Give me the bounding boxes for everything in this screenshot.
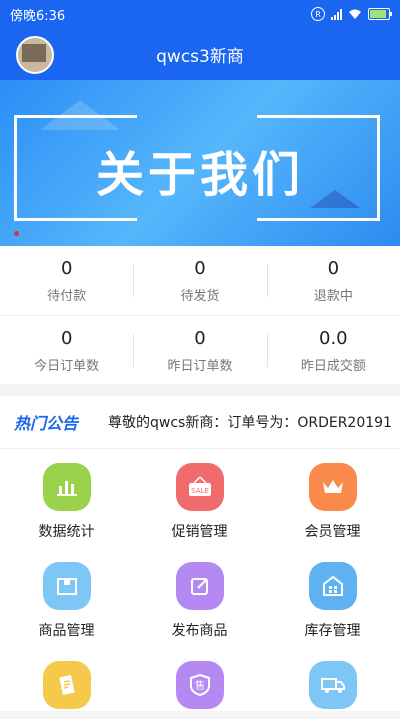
avatar[interactable] xyxy=(16,36,54,74)
stat-label: 待付款 xyxy=(47,288,87,304)
menu-data-statistics[interactable]: 数据统计 xyxy=(0,463,133,541)
stat-value: 0 xyxy=(194,327,206,349)
signal-icon xyxy=(331,8,342,20)
stat-yesterday-orders[interactable]: 0 昨日订单数 xyxy=(133,316,266,385)
app-header: qwcs3新商 xyxy=(0,28,400,80)
menu-sales[interactable]: 售 xyxy=(133,661,266,719)
battery-icon xyxy=(368,8,392,20)
menu-label: 数据统计 xyxy=(38,524,95,540)
top-bar: 傍晚6:36 R qwcs3新商 xyxy=(0,0,400,80)
edit-icon xyxy=(175,562,224,610)
function-grid: 数据统计 SALE 促销管理 会员管理 商品管理 发布商品 库存管理 售 xyxy=(0,449,400,711)
menu-product-management[interactable]: 商品管理 xyxy=(0,562,133,640)
product-box-icon xyxy=(42,562,91,610)
svg-text:SALE: SALE xyxy=(191,487,209,495)
warehouse-icon xyxy=(308,562,357,610)
about-us-banner[interactable]: 关于我们 xyxy=(0,80,400,246)
shop-tag-icon: 售 xyxy=(175,661,224,709)
menu-promotion[interactable]: SALE 促销管理 xyxy=(133,463,266,541)
crown-icon xyxy=(308,463,357,511)
menu-inventory[interactable]: 库存管理 xyxy=(266,562,399,640)
truck-icon xyxy=(308,661,357,709)
menu-publish-product[interactable]: 发布商品 xyxy=(133,562,266,640)
menu-label: 会员管理 xyxy=(304,524,361,540)
stat-value: 0 xyxy=(60,257,73,279)
bar-chart-icon xyxy=(42,463,91,511)
status-time: 傍晚6:36 xyxy=(10,8,66,24)
wifi-icon xyxy=(349,9,361,19)
stat-yesterday-revenue[interactable]: 0.0 昨日成交额 xyxy=(266,316,400,385)
stat-value: 0.0 xyxy=(319,327,348,349)
menu-label: 促销管理 xyxy=(171,524,228,540)
menu-order-document[interactable] xyxy=(0,661,133,719)
stat-label: 昨日成交额 xyxy=(300,358,366,374)
carousel-indicator[interactable] xyxy=(14,231,19,236)
announcement-text: 尊敬的qwcs新商：订单号为：ORDER20191 xyxy=(108,415,392,431)
menu-label: 商品管理 xyxy=(38,623,95,639)
stats-row: 0 今日订单数 0 昨日订单数 0.0 昨日成交额 xyxy=(0,315,400,385)
announcement-tag: 热门公告 xyxy=(14,414,79,433)
document-icon xyxy=(42,661,91,709)
stat-label: 昨日订单数 xyxy=(167,358,233,374)
announcement-bar[interactable]: 热门公告 尊敬的qwcs新商：订单号为：ORDER20191 xyxy=(0,396,400,449)
menu-member[interactable]: 会员管理 xyxy=(266,463,399,541)
page-title: qwcs3新商 xyxy=(156,46,244,67)
stat-label: 今日订单数 xyxy=(34,358,100,374)
stat-pending-payment[interactable]: 0 待付款 xyxy=(0,246,133,315)
status-icons: R xyxy=(311,7,392,21)
stat-label: 退款中 xyxy=(313,288,353,304)
stat-refunding[interactable]: 0 退款中 xyxy=(266,246,400,315)
menu-logistics[interactable] xyxy=(266,661,399,719)
stat-today-orders[interactable]: 0 今日订单数 xyxy=(0,316,133,385)
stat-value: 0 xyxy=(327,257,340,279)
stat-value: 0 xyxy=(60,327,73,349)
order-stats-panel: 0 待付款 0 待发货 0 退款中 0 今日订单数 0 昨日订单数 0.0 昨日… xyxy=(0,246,400,384)
stat-label: 待发货 xyxy=(180,288,220,304)
menu-label: 发布商品 xyxy=(171,623,228,639)
menu-label: 库存管理 xyxy=(304,623,361,639)
stats-row: 0 待付款 0 待发货 0 退款中 xyxy=(0,246,400,315)
banner-title: 关于我们 xyxy=(95,147,304,203)
svg-text:售: 售 xyxy=(195,679,205,692)
r-badge-icon: R xyxy=(311,7,325,21)
stat-pending-shipment[interactable]: 0 待发货 xyxy=(133,246,266,315)
status-bar: 傍晚6:36 R xyxy=(0,0,400,28)
sale-sign-icon: SALE xyxy=(175,463,224,511)
stat-value: 0 xyxy=(194,257,206,279)
